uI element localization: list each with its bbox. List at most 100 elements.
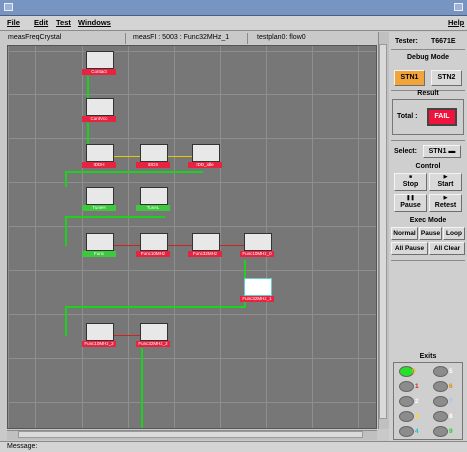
pause-button[interactable]: ❚❚ Pause [394, 194, 427, 212]
grid-line [8, 46, 9, 428]
grid-line [8, 270, 376, 271]
total-status-badge: FAIL [427, 108, 457, 126]
stn1-button[interactable]: STN1 [394, 70, 425, 86]
grid-line [312, 46, 313, 428]
node-label: Func10MHz_0 [240, 251, 274, 257]
test-node-icon [140, 323, 168, 341]
node-label: Func [82, 251, 116, 257]
exit-indicator-4 [399, 426, 414, 437]
node-label: IDDH [82, 162, 116, 168]
test-node-icon [86, 144, 114, 162]
node-label: IDD_idle [188, 162, 222, 168]
vertical-scroll-thumb[interactable] [379, 44, 387, 419]
grid-line [8, 182, 376, 183]
window-title-bar [0, 0, 467, 16]
flow-node-contact[interactable]: Contact [82, 51, 116, 76]
flow-node-func32mhz[interactable]: Func32MHz [188, 233, 222, 258]
exit-indicator-3 [399, 411, 414, 422]
all-clear-button[interactable]: All Clear [429, 242, 465, 255]
grid-line [174, 46, 175, 428]
chevron-down-icon: ▬ [446, 148, 456, 155]
all-pause-button[interactable]: All Pause [391, 242, 428, 255]
node-label: Func10MHz [136, 251, 170, 257]
flow-canvas[interactable]: Contact ContVcc IDDH IDDS IDD_idle TuneH… [7, 45, 377, 429]
testplan-info: testplan0: flow0 [257, 34, 306, 41]
flow-node-func32mhz-1-selected[interactable]: Func32MHz_1 [240, 278, 274, 303]
flow-node-idds[interactable]: IDDS [136, 144, 170, 169]
debug-mode-title: Debug Mode [407, 54, 449, 61]
menu-test[interactable]: Test [56, 18, 71, 27]
menu-file[interactable]: File [7, 18, 20, 27]
exit-indicator-6 [433, 381, 448, 392]
stn2-button[interactable]: STN2 [431, 70, 462, 86]
exec-pause-button[interactable]: Pause [419, 227, 442, 240]
flow-wire [65, 216, 165, 218]
flow-node-func10mhz[interactable]: Func10MHz [136, 233, 170, 258]
exit-indicator-7 [433, 396, 448, 407]
node-label: Func10MHz_2 [82, 341, 116, 347]
flow-wire [65, 306, 245, 308]
flow-node-tunel[interactable]: TuneL [136, 187, 170, 212]
pause-icon: ❚❚ [406, 195, 415, 201]
node-label: Contact [82, 69, 116, 75]
flow-node-func10mhz-0[interactable]: Func10MHz_0 [240, 233, 274, 258]
divider [391, 49, 465, 50]
exit-number: 4 [415, 428, 419, 435]
exits-title: Exits [419, 353, 437, 360]
test-node-icon [86, 233, 114, 251]
exit-number: 7 [449, 398, 453, 405]
station-select[interactable]: STN1 ▬ [423, 145, 461, 158]
grid-line [35, 46, 36, 428]
grid-line [8, 226, 376, 227]
test-name: measFreqCrystal [8, 34, 62, 41]
window-close-icon[interactable] [454, 3, 463, 11]
menu-bar: File Edit Test Windows Help [0, 16, 467, 31]
retest-button[interactable]: ▶ Retest [429, 194, 462, 212]
message-label: Message: [7, 443, 38, 450]
menu-help[interactable]: Help [448, 18, 464, 27]
flow-node-iddh[interactable]: IDDH [82, 144, 116, 169]
menu-edit[interactable]: Edit [34, 18, 48, 27]
exit-number: 0 [412, 368, 416, 375]
loop-button[interactable]: Loop [443, 227, 465, 240]
play-icon: ▶ [443, 195, 448, 201]
flow-node-func10mhz-2[interactable]: Func10MHz_2 [82, 323, 116, 348]
menu-windows[interactable]: Windows [78, 18, 111, 27]
exit-number: 3 [415, 413, 419, 420]
flow-wire [141, 348, 143, 428]
flow-node-func[interactable]: Func [82, 233, 116, 258]
pause-label: Pause [400, 202, 421, 209]
test-node-icon [86, 323, 114, 341]
stop-button[interactable]: ■ Stop [394, 173, 427, 191]
exit-indicator-8 [433, 411, 448, 422]
normal-button[interactable]: Normal [391, 227, 418, 240]
start-button[interactable]: ▶ Start [429, 173, 462, 191]
exit-indicator-5 [433, 366, 448, 377]
retest-label: Retest [434, 202, 457, 209]
exit-indicator-9 [433, 426, 448, 437]
exit-number: 1 [415, 383, 419, 390]
divider [125, 33, 126, 44]
flow-node-tuneh[interactable]: TuneH [82, 187, 116, 212]
flow-node-idd-idle[interactable]: IDD_idle [188, 144, 222, 169]
node-label: Func32MHz_1 [240, 296, 274, 302]
grid-line [8, 138, 376, 139]
measure-info: measFI : 5003 : Func32MHz_1 [133, 34, 230, 41]
grid-line [8, 402, 376, 403]
grid-line [8, 94, 376, 95]
test-node-icon [244, 233, 272, 251]
node-label: IDDS [136, 162, 170, 168]
flow-node-func32mhz-2[interactable]: Func32MHz_2 [136, 323, 170, 348]
node-label: TuneH [82, 205, 116, 211]
exits-panel: 0 5 1 6 2 7 3 8 4 9 [393, 362, 463, 440]
exit-number: 6 [449, 383, 453, 390]
exit-number: 5 [449, 368, 453, 375]
control-title: Control [415, 163, 441, 170]
select-label: Select: [394, 148, 417, 155]
test-node-icon [140, 233, 168, 251]
horizontal-scroll-thumb[interactable] [18, 431, 363, 438]
window-menu-icon[interactable] [4, 3, 13, 11]
flow-node-contvcc[interactable]: ContVcc [82, 98, 116, 123]
test-node-icon [140, 144, 168, 162]
exec-mode-title: Exec Mode [409, 217, 447, 224]
